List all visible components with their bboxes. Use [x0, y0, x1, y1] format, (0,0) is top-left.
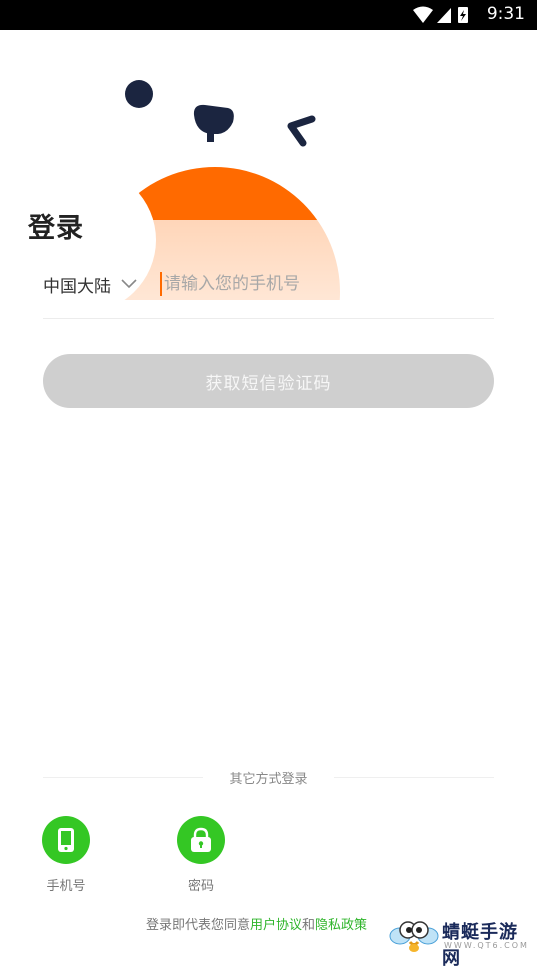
- status-bar: 9:31: [0, 0, 537, 30]
- dragonfly-logo-icon: [389, 921, 439, 952]
- phone-login-circle[interactable]: [42, 816, 90, 864]
- agreement-and: 和: [302, 918, 316, 933]
- hero-cap-shape: [193, 104, 234, 142]
- hero-chevron-shape: [287, 115, 316, 147]
- phone-input[interactable]: [164, 268, 484, 300]
- text-cursor: [160, 272, 162, 296]
- phone-input-wrapper: [160, 268, 494, 300]
- watermark: 蜻蜓手游网 WWW.QT6.COM: [388, 914, 533, 969]
- lock-icon: [191, 827, 211, 852]
- status-icons: [413, 6, 468, 23]
- page-title: 登录: [28, 213, 84, 244]
- chevron-down-icon: [121, 279, 137, 289]
- hero-dot: [125, 80, 153, 108]
- phone-login-option[interactable]: 手机号: [31, 816, 101, 894]
- user-agreement-link[interactable]: 用户协议: [250, 918, 302, 933]
- divider-line-right: [334, 777, 494, 778]
- watermark-site: WWW.QT6.COM: [444, 941, 529, 950]
- password-login-label: 密码: [187, 879, 214, 894]
- phone-icon: [58, 828, 74, 852]
- status-time: 9:31: [486, 4, 525, 24]
- wifi-icon: [413, 6, 433, 23]
- phone-login-label: 手机号: [46, 879, 86, 894]
- signal-icon: [437, 8, 451, 23]
- region-label: 中国大陆: [43, 276, 111, 297]
- agreement-prefix: 登录即代表您同意: [146, 918, 251, 933]
- password-login-option[interactable]: 密码: [166, 816, 236, 894]
- input-divider: [43, 318, 494, 319]
- agreement-text: 登录即代表您同意用户协议和隐私政策: [146, 914, 367, 933]
- password-login-circle[interactable]: [177, 816, 225, 864]
- hero-illustration: [4, 80, 340, 300]
- privacy-policy-link[interactable]: 隐私政策: [315, 918, 367, 933]
- region-selector[interactable]: 中国大陆: [43, 270, 137, 298]
- other-login-divider: 其它方式登录: [43, 766, 494, 788]
- get-sms-code-button[interactable]: 获取短信验证码: [43, 354, 494, 408]
